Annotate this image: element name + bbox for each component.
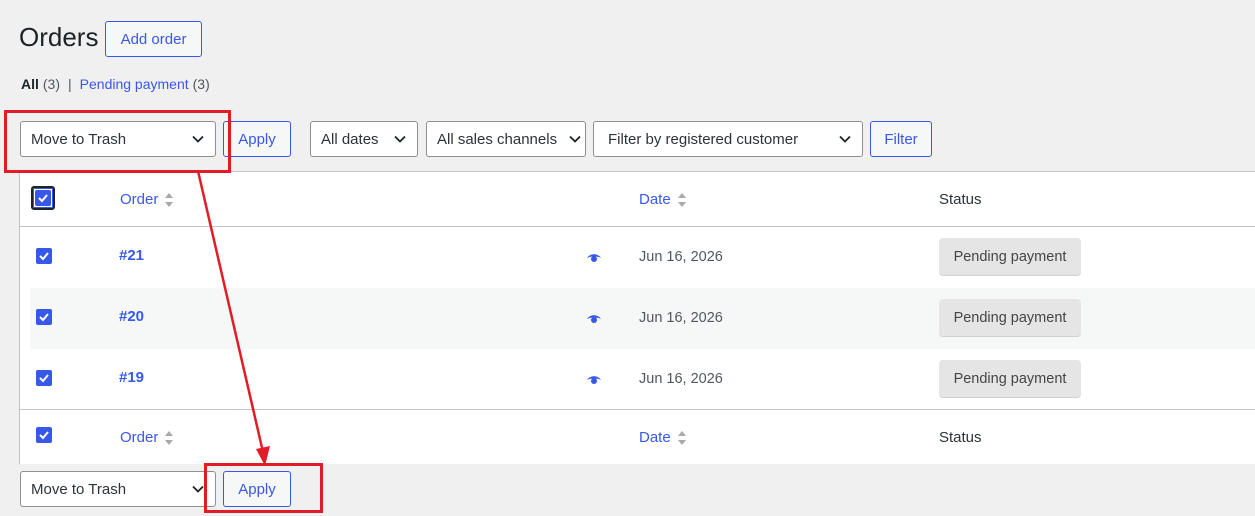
annotation-arrow (196, 170, 270, 466)
